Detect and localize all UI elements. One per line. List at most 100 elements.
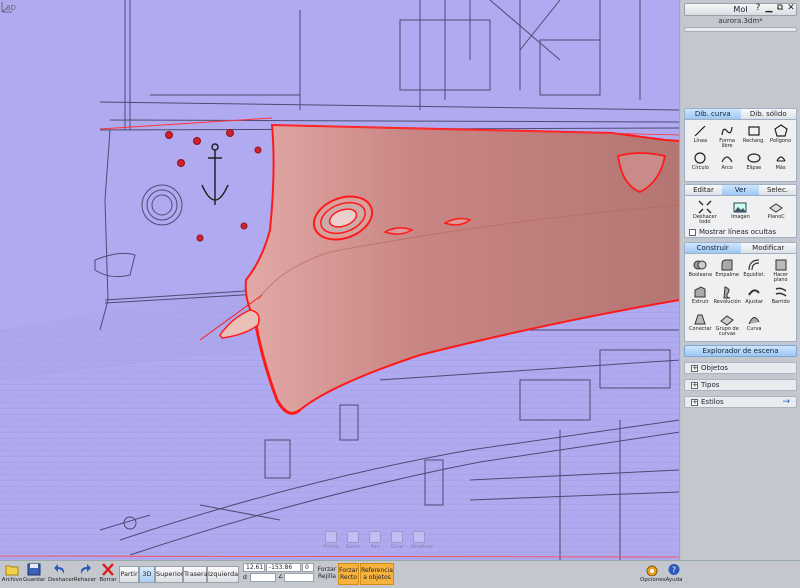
line-icon: [694, 125, 706, 137]
expand-icon[interactable]: +: [691, 382, 698, 389]
nav-control[interactable]: Zoom: [345, 531, 361, 550]
nav-control[interactable]: Resetear: [411, 531, 433, 550]
undo-button[interactable]: Deshacer: [48, 563, 74, 583]
expand-icon[interactable]: +: [691, 365, 698, 372]
tool-planar[interactable]: Hacer plano: [767, 256, 794, 283]
redo-button[interactable]: Rehacer: [73, 563, 97, 583]
tool-revolve[interactable]: Revolución: [714, 283, 741, 310]
cplane-icon: [769, 203, 784, 213]
maximize-icon[interactable]: ⧉: [775, 3, 785, 13]
tool-connect[interactable]: Conectar: [687, 310, 714, 337]
polygon-icon: [773, 124, 788, 137]
tool-freeform[interactable]: Forma libre: [714, 122, 741, 149]
tab-view[interactable]: Ver: [722, 185, 759, 195]
network-icon: [720, 315, 735, 326]
view-left-button[interactable]: Izquierda: [207, 566, 239, 583]
checkbox-box[interactable]: [689, 228, 696, 236]
tool-cplane[interactable]: PlanoC: [758, 198, 794, 225]
fillet-icon: [721, 259, 733, 271]
tool-network[interactable]: Grupo de curvas: [714, 310, 741, 337]
redo-icon: [80, 564, 91, 574]
coord-z-field[interactable]: 0: [302, 563, 314, 572]
save-icon: [27, 563, 41, 576]
delete-button[interactable]: Borrar: [99, 563, 117, 583]
tab-edit[interactable]: Editar: [685, 185, 722, 195]
coord-y-field[interactable]: -153.86: [266, 563, 301, 572]
connect-icon: [694, 314, 706, 325]
tab-draw-solid[interactable]: Dib. sólido: [740, 109, 796, 119]
tool-reset-all[interactable]: Deshacer todo: [687, 198, 723, 225]
tool-image[interactable]: Imagen: [723, 198, 759, 225]
explorer-objects[interactable]: + Objetos: [684, 362, 797, 374]
snap-straight-toggle[interactable]: Forzar Recto: [338, 563, 359, 585]
nav-control-icon: [325, 531, 337, 543]
expand-icon[interactable]: +: [691, 399, 698, 406]
file-name: aurora.3dm*: [718, 17, 763, 25]
snap-grid-toggle[interactable]: Forzar Rejilla: [316, 563, 338, 585]
show-hidden-lines-checkbox[interactable]: Mostrar líneas ocultas: [685, 227, 796, 238]
nav-control[interactable]: Pnlrez: [323, 531, 339, 550]
view-3d-button[interactable]: 3D: [139, 566, 155, 583]
tool-extrude[interactable]: Extruir: [687, 283, 714, 310]
tool-fillet[interactable]: Empalme: [714, 256, 741, 283]
nav-control[interactable]: Girar: [389, 531, 405, 550]
tab-draw-curve[interactable]: Dib. curva: [685, 109, 741, 119]
3d-viewport[interactable]: 3D Pnlrez Zoom Pan Girar Resetear: [0, 0, 680, 560]
zoom-icon: [347, 531, 359, 543]
tool-arc[interactable]: Arco: [714, 149, 741, 176]
tool-ellipse[interactable]: Elipse: [741, 149, 768, 176]
help-title-button[interactable]: ?: [753, 3, 763, 13]
explorer-styles[interactable]: + Estilos →: [684, 396, 797, 408]
distance-field[interactable]: [250, 573, 276, 582]
view-navigation-controls: Pnlrez Zoom Pan Girar Resetear: [323, 531, 433, 550]
tool-polygon[interactable]: Polígono: [767, 122, 794, 149]
view-top-button[interactable]: Superior: [155, 566, 184, 583]
bottom-toolbar: Archivo Guardar Deshacer Rehacer Borrar …: [0, 560, 800, 588]
view-split-button[interactable]: Partir: [119, 566, 139, 583]
revolve-icon: [723, 286, 731, 299]
loft-icon: [775, 287, 787, 297]
prompt-bar: [684, 27, 797, 32]
extrude-icon: [694, 286, 706, 298]
file-button[interactable]: Archivo: [1, 563, 23, 583]
tool-boolean[interactable]: Booleana: [687, 256, 714, 283]
rotate-icon: [391, 531, 403, 543]
circle-icon: [694, 152, 706, 164]
tool-curve[interactable]: Curva: [741, 310, 768, 337]
explorer-types[interactable]: + Tipos: [684, 379, 797, 391]
side-panel: MoI ? ▁ ⧉ ✕ aurora.3dm* Dib. curva Dib. …: [681, 0, 800, 560]
image-icon: [733, 202, 747, 213]
tool-loft[interactable]: Barrido: [767, 283, 794, 310]
tab-construct[interactable]: Construir: [685, 243, 741, 253]
options-button[interactable]: Opciones: [640, 563, 665, 583]
view-back-button[interactable]: Trasera: [183, 566, 208, 583]
tab-select[interactable]: Selec.: [759, 185, 796, 195]
undo-icon: [54, 564, 65, 574]
tool-line[interactable]: Línea: [687, 122, 714, 149]
angle-label: ∠: [278, 573, 284, 580]
tab-modify[interactable]: Modificar: [740, 243, 796, 253]
coord-x-field[interactable]: 12.61: [243, 563, 265, 572]
object-snap-toggle[interactable]: Referencia a objetos: [360, 563, 394, 585]
scene-explorer-button[interactable]: Explorador de escena: [684, 345, 797, 357]
svg-text:?: ?: [672, 566, 676, 575]
arrow-right-icon[interactable]: →: [782, 397, 790, 408]
more-icon: [776, 156, 786, 162]
tool-more[interactable]: Más: [767, 149, 794, 176]
tool-rectangle[interactable]: Rectang.: [741, 122, 768, 149]
help-button[interactable]: ? Ayuda: [664, 563, 684, 583]
sweep-icon: [748, 289, 760, 296]
tool-sweep[interactable]: Ajustar: [741, 283, 768, 310]
minimize-icon[interactable]: ▁: [764, 3, 774, 13]
reset-view-icon: [698, 200, 712, 214]
close-icon[interactable]: ✕: [786, 3, 796, 13]
tool-circle[interactable]: Círculo: [687, 149, 714, 176]
scene-canvas[interactable]: [0, 0, 680, 560]
help-icon: ?: [668, 564, 680, 575]
nav-control[interactable]: Pan: [367, 531, 383, 550]
draw-section: Dib. curva Dib. sólido Línea Forma libre…: [684, 108, 797, 182]
angle-field[interactable]: [284, 573, 314, 582]
save-button[interactable]: Guardar: [23, 563, 45, 583]
arc-icon: [721, 156, 733, 163]
tool-offset[interactable]: Equidist.: [741, 256, 768, 283]
